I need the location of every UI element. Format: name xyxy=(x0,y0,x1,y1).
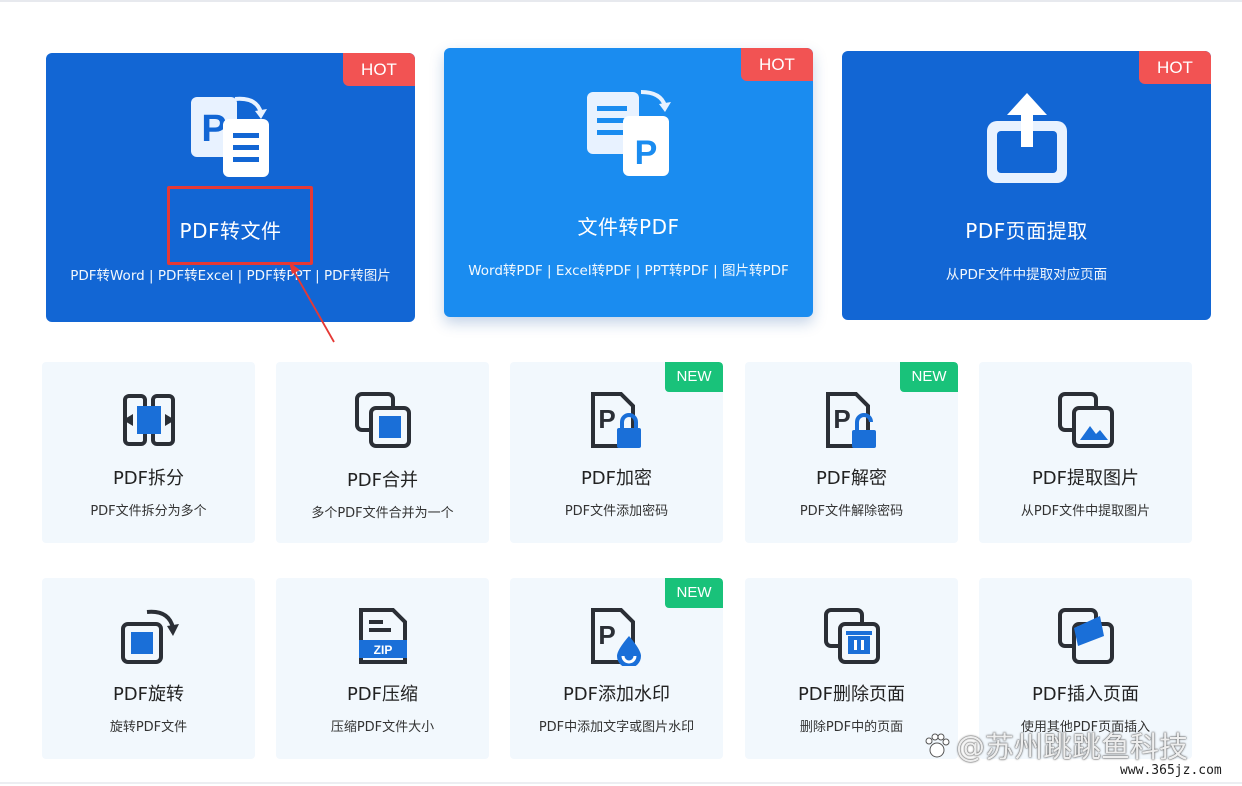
tool-card-merge[interactable]: PDF合并 多个PDF文件合并为一个 xyxy=(276,362,489,543)
extract-image-icon xyxy=(1057,392,1114,448)
tool-subtitle: 旋转PDF文件 xyxy=(109,720,188,735)
tool-title: PDF添加水印 xyxy=(562,684,671,705)
tool-card-extract-image[interactable]: PDF提取图片 从PDF文件中提取图片 xyxy=(979,362,1192,543)
tool-title: PDF拆分 xyxy=(112,468,185,489)
tool-title: PDF删除页面 xyxy=(797,684,906,705)
tool-subtitle: 压缩PDF文件大小 xyxy=(330,720,435,735)
file-to-pdf-card[interactable]: HOT P 文件转PDF Word转PDF | Excel转PDF | PPT转… xyxy=(444,48,813,317)
tool-title: PDF合并 xyxy=(346,470,419,491)
tool-subtitle: 多个PDF文件合并为一个 xyxy=(311,506,454,521)
card-title: 文件转PDF xyxy=(577,215,680,239)
insert-page-icon xyxy=(1057,608,1114,664)
tool-card-watermark[interactable]: NEW P PDF添加水印 PDF中添加文字或图片水印 xyxy=(510,578,723,759)
hot-badge: HOT xyxy=(343,53,415,86)
tool-title: PDF插入页面 xyxy=(1031,684,1140,705)
svg-text:P: P xyxy=(201,108,226,150)
tool-subtitle: PDF文件添加密码 xyxy=(564,504,669,519)
compress-zip-icon: ZIP xyxy=(358,608,407,664)
svg-text:P: P xyxy=(598,620,615,650)
new-badge: NEW xyxy=(900,362,958,392)
zip-label: ZIP xyxy=(373,643,392,657)
extract-page-icon xyxy=(986,93,1067,183)
tool-subtitle: 从PDF文件中提取图片 xyxy=(1020,504,1151,519)
watermark-overlay: @苏州跳跳鱼科技 xyxy=(922,724,1188,766)
rotate-icon xyxy=(120,609,179,664)
decrypt-icon: P xyxy=(825,392,876,448)
hot-badge: HOT xyxy=(1139,51,1211,84)
pdf-page-extract-card[interactable]: HOT PDF页面提取 从PDF文件中提取对应页面 xyxy=(842,51,1211,320)
delete-page-icon xyxy=(823,608,880,664)
tool-card-encrypt[interactable]: NEW P PDF加密 PDF文件添加密码 xyxy=(510,362,723,543)
file-to-pdf-icon: P xyxy=(586,90,671,176)
tool-card-compress[interactable]: ZIP PDF压缩 压缩PDF文件大小 xyxy=(276,578,489,759)
new-badge: NEW xyxy=(665,362,723,392)
watermark-text: @苏州跳跳鱼科技 xyxy=(956,730,1189,764)
annotation-highlight-box xyxy=(167,186,313,265)
top-divider xyxy=(0,0,1242,2)
site-url: www.365jz.com xyxy=(1120,763,1222,778)
tool-title: PDF提取图片 xyxy=(1031,468,1140,489)
split-icon xyxy=(122,394,175,446)
tool-title: PDF加密 xyxy=(580,468,653,489)
card-title: PDF页面提取 xyxy=(965,219,1088,243)
tool-title: PDF旋转 xyxy=(112,684,185,705)
svg-text:P: P xyxy=(833,404,850,434)
tool-subtitle: PDF文件解除密码 xyxy=(799,504,904,519)
tool-card-decrypt[interactable]: NEW P PDF解密 PDF文件解除密码 xyxy=(745,362,958,543)
hot-badge: HOT xyxy=(741,48,813,81)
merge-icon xyxy=(354,392,411,448)
card-subtitle: Word转PDF | Excel转PDF | PPT转PDF | 图片转PDF xyxy=(468,263,789,279)
paw-logo-icon xyxy=(925,733,950,758)
svg-text:P: P xyxy=(634,134,657,172)
tool-card-split[interactable]: PDF拆分 PDF文件拆分为多个 xyxy=(42,362,255,543)
tool-card-rotate[interactable]: PDF旋转 旋转PDF文件 xyxy=(42,578,255,759)
tool-subtitle: PDF文件拆分为多个 xyxy=(90,504,207,519)
bottom-divider xyxy=(0,782,1242,784)
card-subtitle: 从PDF文件中提取对应页面 xyxy=(945,267,1108,283)
card-subtitle: PDF转Word | PDF转Excel | PDF转PPT | PDF转图片 xyxy=(70,268,391,284)
svg-text:P: P xyxy=(598,404,615,434)
encrypt-icon: P xyxy=(590,392,641,448)
pdf-to-word-icon: P xyxy=(190,96,269,177)
tool-subtitle: PDF中添加文字或图片水印 xyxy=(538,720,695,735)
tool-title: PDF压缩 xyxy=(346,684,419,705)
watermark-icon: P xyxy=(590,608,641,666)
tool-title: PDF解密 xyxy=(815,468,888,489)
new-badge: NEW xyxy=(665,578,723,608)
